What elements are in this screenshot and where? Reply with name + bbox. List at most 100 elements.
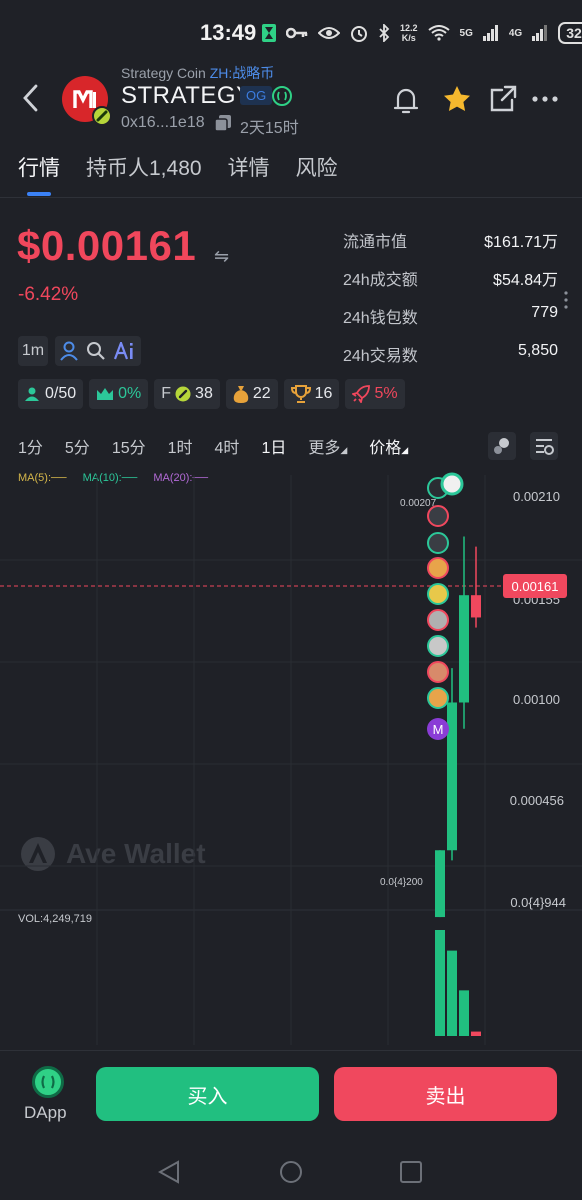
tf-4h[interactable]: 4时 xyxy=(215,434,240,458)
badge-prefix: F xyxy=(161,385,172,402)
tab-holders[interactable]: 持币人1,480 xyxy=(86,152,202,182)
tf-price[interactable]: 价格◢ xyxy=(369,434,408,458)
more-menu-icon[interactable] xyxy=(532,94,558,104)
token-name: STRATEGY xyxy=(121,82,253,109)
holder-icon xyxy=(25,387,39,401)
trade-marker xyxy=(427,532,449,554)
tf-15m[interactable]: 15分 xyxy=(112,434,146,458)
current-price-tag: 0.00161 xyxy=(512,579,559,594)
main-tabs: 行情 持币人1,480 详情 风险 xyxy=(18,152,364,182)
stat-value: 5,850 xyxy=(517,342,558,359)
badge-rocket[interactable]: 5% xyxy=(345,379,405,409)
badge-value: 16 xyxy=(314,385,333,402)
badge-trophy[interactable]: 16 xyxy=(283,379,340,409)
indicator-toggle-icon[interactable] xyxy=(488,432,516,460)
og-tag: OG xyxy=(240,86,273,105)
interval-chip[interactable]: 1m xyxy=(18,336,48,366)
dapp-icon[interactable] xyxy=(32,1066,64,1098)
y-label: 0.0{4}944 xyxy=(510,895,566,910)
badge-value: 5% xyxy=(374,385,398,402)
stats-more-icon[interactable] xyxy=(562,290,570,310)
tab-details[interactable]: 详情 xyxy=(228,152,270,182)
tab-market[interactable]: 行情 xyxy=(18,152,60,182)
tf-1m[interactable]: 1分 xyxy=(18,434,43,458)
volume-bar xyxy=(459,990,469,1036)
back-arrow-icon[interactable] xyxy=(18,80,46,116)
badge-top[interactable]: 0% xyxy=(89,379,149,409)
timeframe-row: 1分 5分 15分 1时 4时 1日 更多◢ 价格◢ xyxy=(18,434,430,458)
trade-marker xyxy=(427,635,449,657)
ai-icon[interactable] xyxy=(114,342,136,360)
candle-body xyxy=(471,595,481,618)
trophy-icon xyxy=(290,385,311,403)
tabs-divider xyxy=(0,197,582,198)
signal-bars-icon-2 xyxy=(532,25,548,41)
signal-5g: 5G xyxy=(459,27,473,39)
bluetooth-icon xyxy=(379,24,390,42)
tf-1h[interactable]: 1时 xyxy=(168,434,193,458)
badge-value: 38 xyxy=(195,385,213,402)
nav-back-icon[interactable] xyxy=(158,1160,180,1184)
tf-more[interactable]: 更多◢ xyxy=(308,434,347,458)
volume-bar xyxy=(471,1031,481,1036)
trade-marker xyxy=(427,557,449,579)
badge-holders[interactable]: 0/50 xyxy=(18,379,84,409)
search-icon[interactable] xyxy=(86,341,106,361)
badge-value: 0/50 xyxy=(45,385,77,402)
buy-button[interactable]: 买入 xyxy=(96,1067,319,1121)
tf-1d[interactable]: 1日 xyxy=(261,434,286,458)
pump-badge-icon xyxy=(92,106,112,126)
stat-row: 24h成交额 $54.84万 xyxy=(343,266,558,304)
trade-marker xyxy=(440,472,464,496)
marker-letter: M xyxy=(433,722,444,737)
tab-risk[interactable]: 风险 xyxy=(296,152,338,182)
stat-row: 24h钱包数 779 xyxy=(343,304,558,342)
copy-icon[interactable] xyxy=(214,114,232,132)
crown-icon xyxy=(97,388,114,400)
candle-body xyxy=(459,595,469,703)
token-subname: Strategy Coin ZH:战略币 xyxy=(121,63,274,83)
volume-bar xyxy=(447,950,457,1036)
volume-bars-group xyxy=(435,930,481,1036)
dapp-label[interactable]: DApp xyxy=(24,1103,67,1123)
nav-home-icon[interactable] xyxy=(279,1160,303,1184)
verified-icon xyxy=(272,86,292,106)
trade-marker xyxy=(427,583,449,605)
subname-zh: ZH:战略币 xyxy=(209,65,275,81)
active-tab-indicator xyxy=(27,192,51,196)
stat-label: 24h钱包数 xyxy=(343,310,418,327)
trade-marker xyxy=(427,687,449,709)
key-icon xyxy=(286,27,308,39)
high-label: 0.00207 xyxy=(400,498,437,509)
badge-f[interactable]: F 38 xyxy=(154,379,220,409)
alarm-icon xyxy=(351,26,367,42)
network-speed: 12.2 K/s xyxy=(400,23,418,43)
low-label: 0.0{4}200 xyxy=(380,877,423,888)
user-icon[interactable] xyxy=(60,341,78,361)
signal-bars-icon xyxy=(482,25,498,41)
chart-settings-icon[interactable] xyxy=(530,432,558,460)
status-bar: 13:49 12.2 K/s 5G 4G 32 xyxy=(0,0,582,62)
badge-money[interactable]: 22 xyxy=(225,379,278,409)
nav-recents-icon[interactable] xyxy=(400,1161,422,1183)
tf-5m[interactable]: 5分 xyxy=(65,434,90,458)
candlestick-chart[interactable]: M 0.00210 0.00155 0.00100 0.000456 0.0{4… xyxy=(0,460,582,1050)
candle-body xyxy=(447,702,457,851)
star-icon[interactable] xyxy=(442,84,472,114)
f-icon xyxy=(175,386,191,402)
system-nav-bar xyxy=(0,1134,582,1200)
bell-icon[interactable] xyxy=(390,84,422,116)
trade-marker xyxy=(427,661,449,683)
current-price: $0.00161 xyxy=(17,222,197,269)
sell-button[interactable]: 卖出 xyxy=(334,1067,557,1121)
stat-row: 流通市值 $161.71万 xyxy=(343,228,558,266)
share-icon[interactable] xyxy=(488,84,518,114)
candle-body xyxy=(435,850,445,918)
signal-4g: 4G xyxy=(508,27,523,39)
stat-value: 779 xyxy=(531,304,558,321)
contract-address[interactable]: 0x16...1e18 xyxy=(121,114,205,132)
stat-value: $161.71万 xyxy=(484,234,558,251)
stat-label: 24h成交额 xyxy=(343,272,418,289)
swap-icon[interactable]: ⇋ xyxy=(214,246,229,267)
moneybag-icon xyxy=(233,386,249,403)
